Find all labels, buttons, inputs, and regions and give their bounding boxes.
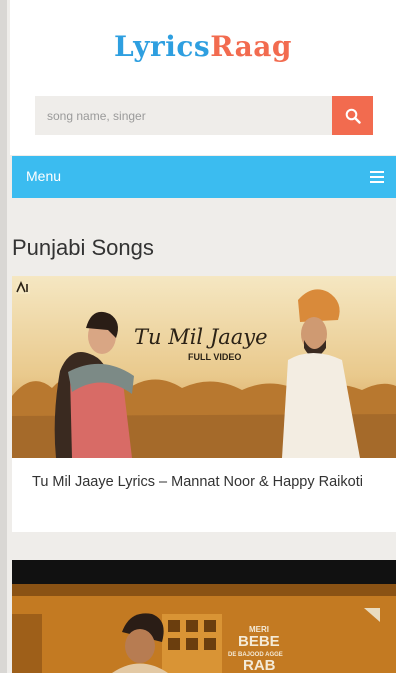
video-still-image: MERI BEBE DE BAJOOD AGGE RAB [12,584,396,673]
thumb-title: Tu Mil Jaaye [134,325,268,349]
post-card: MERI BEBE DE BAJOOD AGGE RAB [12,560,396,673]
video-still-image: Tu Mil Jaaye FULL VIDEO [12,276,396,458]
search-box [35,96,332,135]
thumb-line2: BEBE [238,633,280,650]
logo-raag: Raag [210,30,292,63]
menu-toggle[interactable]: Menu [12,156,396,198]
post-card: Tu Mil Jaaye FULL VIDEO Tu Mil Jaaye Lyr… [12,276,396,532]
search-icon [345,108,361,124]
post-thumbnail[interactable]: Tu Mil Jaaye FULL VIDEO [12,276,396,458]
logo-lyrics: Lyrics [114,30,211,63]
site-logo[interactable]: LyricsRaag [10,30,396,63]
search-input[interactable] [35,96,327,135]
search-button[interactable] [332,96,373,135]
section-title: Punjabi Songs [12,235,154,260]
hamburger-icon [370,171,384,183]
post-title-link[interactable]: Tu Mil Jaaye Lyrics – Mannat Noor & Happ… [32,472,382,493]
site-header: LyricsRaag [10,0,396,155]
menu-label: Menu [26,168,62,184]
page-edge [0,0,7,673]
post-thumbnail[interactable]: MERI BEBE DE BAJOOD AGGE RAB [12,584,396,673]
thumb-subtitle: FULL VIDEO [188,352,241,362]
thumb-line4: RAB [243,657,276,673]
